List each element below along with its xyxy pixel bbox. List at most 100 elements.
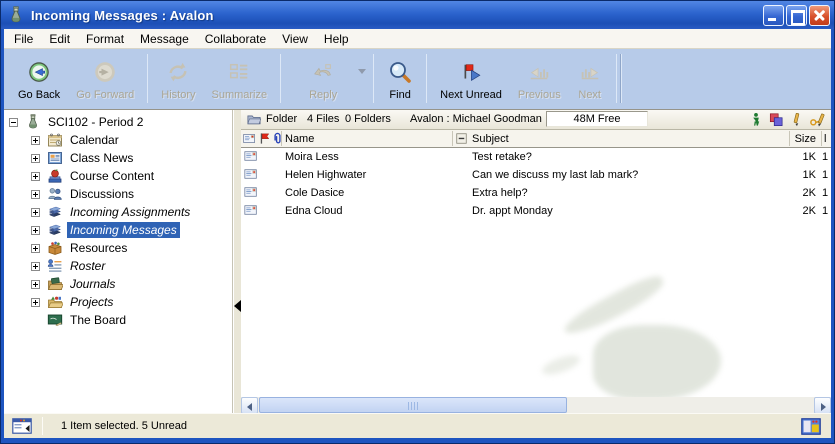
- expand-icon[interactable]: [31, 244, 40, 253]
- expand-icon[interactable]: [31, 172, 40, 181]
- message-row[interactable]: Edna Cloud Dr. appt Monday 2K 1: [241, 202, 831, 220]
- windows-overlap-icon[interactable]: [769, 112, 783, 127]
- minimize-button[interactable]: [763, 5, 784, 26]
- name-column-header[interactable]: Name: [285, 133, 314, 145]
- maximize-button[interactable]: [786, 5, 807, 26]
- tree-item-roster[interactable]: Roster: [4, 257, 232, 275]
- message-subject: Extra help?: [472, 187, 528, 199]
- message-size: 2K: [803, 187, 816, 199]
- column-divider: [281, 131, 282, 146]
- reply-dropdown-arrow-icon[interactable]: [358, 69, 366, 74]
- message-type-column-icon[interactable]: [243, 132, 256, 145]
- column-divider: [452, 131, 453, 146]
- tree-item-class-news[interactable]: Class News: [4, 149, 232, 167]
- toolbar-separator: [280, 54, 281, 103]
- account-label: Avalon : Michael Goodman: [410, 113, 542, 125]
- tree-item-course-content[interactable]: Course Content: [4, 167, 232, 185]
- view-toggle-icon[interactable]: [801, 418, 821, 435]
- expand-icon[interactable]: [31, 226, 40, 235]
- clipped-cell: 1: [822, 187, 829, 199]
- tree-item-incoming-assignments[interactable]: Incoming Assignments: [4, 203, 232, 221]
- splitter-collapse-arrow-icon[interactable]: [234, 300, 241, 312]
- scrollbar-track[interactable]: [258, 397, 814, 414]
- menu-collaborate[interactable]: Collaborate: [197, 30, 274, 48]
- expand-icon[interactable]: [31, 298, 40, 307]
- horizontal-scrollbar[interactable]: [241, 397, 831, 414]
- tree-item-resources[interactable]: Resources: [4, 239, 232, 257]
- column-divider: [821, 131, 822, 146]
- tree-item-discussions[interactable]: Discussions: [4, 185, 232, 203]
- message-size: 2K: [803, 205, 816, 217]
- status-text: 1 Item selected. 5 Unread: [61, 420, 801, 432]
- book-stack-icon: [47, 222, 63, 238]
- tree-item-sci102[interactable]: SCI102 - Period 2: [4, 113, 232, 131]
- clipped-cell: 1: [822, 151, 829, 163]
- permissions-key-icon[interactable]: [809, 112, 827, 127]
- previous-button[interactable]: Previous: [510, 51, 569, 106]
- reply-button[interactable]: Reply: [286, 51, 360, 106]
- message-row[interactable]: Cole Dasice Extra help? 2K 1: [241, 184, 831, 202]
- message-subject: Test retake?: [472, 151, 532, 163]
- people-icon: [47, 186, 63, 202]
- flag-column-icon[interactable]: [258, 132, 271, 145]
- menu-view[interactable]: View: [274, 30, 316, 48]
- expand-icon[interactable]: [31, 262, 40, 271]
- status-separator: [42, 417, 43, 435]
- unread-message-icon: [244, 186, 258, 198]
- edit-pencil-icon[interactable]: [789, 112, 803, 127]
- next-unread-button[interactable]: Next Unread: [432, 51, 510, 106]
- attachment-column-icon[interactable]: [271, 132, 284, 145]
- size-column-header[interactable]: Size: [795, 133, 816, 145]
- sender-name: Edna Cloud: [285, 205, 343, 217]
- collapse-subject-icon[interactable]: [456, 133, 467, 144]
- toolbar-separator: [616, 54, 617, 103]
- sender-name: Moira Less: [285, 151, 339, 163]
- scroll-right-button[interactable]: [814, 397, 831, 414]
- scroll-left-button[interactable]: [241, 397, 258, 414]
- journal-icon: [47, 276, 63, 292]
- menu-message[interactable]: Message: [132, 30, 197, 48]
- expand-icon[interactable]: [31, 208, 40, 217]
- tree-item-journals[interactable]: Journals: [4, 275, 232, 293]
- menu-file[interactable]: File: [6, 30, 41, 48]
- go-forward-button[interactable]: Go Forward: [68, 51, 142, 106]
- collapse-icon[interactable]: [9, 118, 18, 127]
- flask-app-icon: [7, 6, 25, 24]
- menu-edit[interactable]: Edit: [41, 30, 78, 48]
- message-row[interactable]: Moira Less Test retake? 1K 1: [241, 148, 831, 166]
- news-icon: [47, 150, 63, 166]
- expand-icon[interactable]: [31, 154, 40, 163]
- toolbar: Go Back Go Forward History Summarize Rep…: [4, 49, 831, 109]
- menu-format[interactable]: Format: [78, 30, 132, 48]
- history-button[interactable]: History: [153, 51, 203, 106]
- sender-name: Helen Highwater: [285, 169, 366, 181]
- selected-tree-item: Incoming Messages: [67, 222, 180, 238]
- next-button[interactable]: Next: [569, 51, 611, 106]
- pane-splitter[interactable]: [234, 110, 241, 414]
- find-button[interactable]: Find: [379, 51, 421, 106]
- scrollbar-thumb[interactable]: [259, 397, 567, 413]
- message-row[interactable]: Helen Highwater Can we discuss my last l…: [241, 166, 831, 184]
- tree-item-incoming-messages[interactable]: Incoming Messages: [4, 221, 232, 239]
- tree-item-calendar[interactable]: Calendar: [4, 131, 232, 149]
- message-size: 1K: [803, 151, 816, 163]
- summarize-button[interactable]: Summarize: [204, 51, 276, 106]
- menu-help[interactable]: Help: [316, 30, 357, 48]
- column-divider: [789, 131, 790, 146]
- folder-type-label: Folder: [266, 113, 297, 125]
- go-back-button[interactable]: Go Back: [10, 51, 68, 106]
- expand-icon[interactable]: [31, 190, 40, 199]
- next-unread-icon: [458, 61, 484, 85]
- close-button[interactable]: [809, 5, 830, 26]
- online-user-icon[interactable]: [749, 112, 763, 127]
- subject-column-header[interactable]: Subject: [472, 133, 509, 145]
- message-list-panel: Folder 4 Files 0 Folders Avalon : Michae…: [241, 110, 831, 414]
- tree-item-projects[interactable]: Projects: [4, 293, 232, 311]
- expand-icon[interactable]: [31, 136, 40, 145]
- title-bar[interactable]: Incoming Messages : Avalon: [1, 1, 834, 29]
- tree-item-the-board[interactable]: The Board: [4, 311, 232, 329]
- clipped-column-header[interactable]: l: [824, 133, 830, 145]
- background-watermark: [560, 270, 667, 341]
- expand-icon[interactable]: [31, 280, 40, 289]
- file-count: 4 Files: [307, 113, 339, 125]
